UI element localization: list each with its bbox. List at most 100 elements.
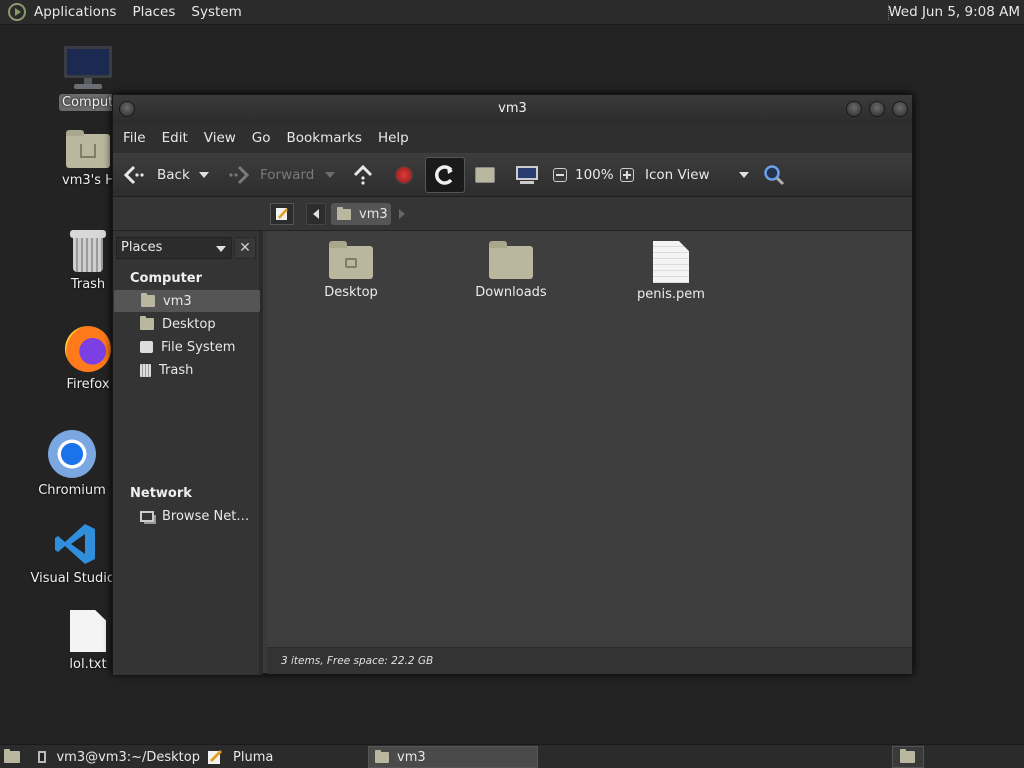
forward-button[interactable]: Forward [226, 153, 314, 197]
task-vm3[interactable]: vm3 [368, 746, 538, 768]
home-button[interactable] [475, 153, 495, 197]
menu-file[interactable]: File [115, 130, 154, 146]
location-bar: vm3 [113, 197, 912, 231]
top-panel: Applications Places System Wed Jun 5, 9:… [0, 0, 1024, 25]
system-menu[interactable]: System [183, 0, 249, 25]
sidebar-close-button[interactable]: ✕ [234, 237, 256, 259]
desktop-icon-label: lol.txt [69, 657, 107, 672]
forward-label: Forward [260, 167, 315, 183]
zoom-level[interactable]: 100% [575, 153, 614, 197]
sidebar-pane-selector[interactable]: Places [116, 237, 232, 259]
path-scroll-right-button[interactable] [399, 209, 405, 219]
sidebar-item-browse-network[interactable]: Browse Net… [113, 505, 260, 527]
file-view[interactable]: Desktop Downloads penis.pem [267, 231, 912, 647]
toggle-location-entry-button[interactable] [270, 203, 294, 225]
places-menu[interactable]: Places [124, 0, 183, 25]
minimize-button[interactable] [846, 101, 862, 117]
zoom-out-icon [553, 168, 567, 182]
zoom-in-button[interactable] [620, 153, 634, 197]
path-scroll-left-button[interactable] [306, 203, 326, 225]
sidebar-item-label: Trash [159, 362, 194, 378]
home-folder-icon [66, 130, 110, 168]
sidebar-item-label: Desktop [162, 316, 216, 332]
file-name: Desktop [324, 285, 378, 300]
applications-menu[interactable]: Applications [26, 0, 124, 25]
back-label: Back [157, 167, 190, 183]
window-title: vm3 [498, 101, 527, 116]
status-bar: 3 items, Free space: 22.2 GB [267, 647, 912, 674]
firefox-icon [65, 326, 111, 372]
sidebar-item-desktop[interactable]: Desktop [113, 313, 260, 335]
task-pluma[interactable]: Pluma [201, 746, 367, 768]
sidebar-item-file-system[interactable]: File System [113, 336, 260, 358]
file-item-downloads[interactable]: Downloads [451, 241, 571, 300]
menu-bookmarks[interactable]: Bookmarks [279, 130, 370, 146]
zoom-out-button[interactable] [553, 153, 567, 197]
folder-icon [375, 749, 389, 763]
window-menu-button[interactable] [119, 101, 135, 117]
maximize-button[interactable] [869, 101, 885, 117]
file-item-penis-pem[interactable]: penis.pem [611, 241, 731, 302]
file-item-desktop[interactable]: Desktop [291, 241, 411, 300]
toolbar: Back Forward 100% Icon View [113, 153, 912, 197]
menu-help[interactable]: Help [370, 130, 417, 146]
back-arrow-icon [123, 165, 144, 185]
desktop-icon-label: Firefox [66, 377, 110, 392]
desktop-icon-chromium[interactable]: Chromium [17, 430, 127, 503]
chevron-down-icon [216, 246, 226, 252]
task-terminal[interactable]: vm3@vm3:~/Desktop [32, 746, 200, 768]
task-label: vm3 [397, 749, 426, 765]
sidebar: Places ✕ Computer vm3 Desktop File Syste… [113, 231, 263, 675]
view-mode-combo[interactable]: Icon View [645, 153, 749, 197]
reload-icon [435, 165, 453, 185]
sidebar-item-trash[interactable]: Trash [113, 359, 260, 381]
zoom-in-icon [620, 168, 634, 182]
desktop-icon-label: Computer [59, 94, 117, 111]
search-icon [764, 165, 785, 186]
show-desktop-button[interactable] [0, 746, 28, 768]
menubar: File Edit View Go Bookmarks Help [113, 123, 912, 153]
sidebar-item-vm3[interactable]: vm3 [114, 290, 260, 312]
back-button[interactable]: Back [123, 153, 190, 197]
show-desktop-icon [4, 749, 20, 763]
desktop-folder-icon [329, 241, 373, 279]
network-icon [140, 510, 154, 522]
reload-button[interactable] [425, 157, 465, 193]
desktop-icon-label: Chromium [38, 483, 106, 498]
home-icon [337, 206, 351, 220]
close-button[interactable] [892, 101, 908, 117]
vscode-icon [55, 524, 95, 564]
chevron-left-icon [313, 209, 319, 219]
mate-logo-icon[interactable] [8, 3, 26, 21]
trash-icon [140, 363, 151, 377]
chevron-down-icon [325, 172, 335, 178]
menu-edit[interactable]: Edit [154, 130, 196, 146]
forward-history-dropdown[interactable] [325, 153, 335, 197]
window-titlebar[interactable]: vm3 [113, 95, 912, 123]
path-button-label: vm3 [359, 206, 388, 222]
drive-icon [140, 341, 153, 353]
path-button-vm3[interactable]: vm3 [331, 203, 391, 225]
menu-view[interactable]: View [196, 130, 244, 146]
up-button[interactable] [353, 153, 373, 197]
stop-icon [395, 166, 413, 184]
chevron-down-icon [199, 172, 209, 178]
clock[interactable]: Wed Jun 5, 9:08 AM [888, 0, 1020, 25]
home-icon [141, 293, 155, 307]
chevron-right-icon [399, 209, 405, 219]
back-history-dropdown[interactable] [199, 153, 209, 197]
workspace-icon [900, 749, 915, 763]
chromium-icon [48, 430, 96, 478]
close-icon: ✕ [239, 240, 251, 256]
computer-button[interactable] [516, 153, 538, 197]
chevron-down-icon [739, 172, 749, 178]
workspace-switcher[interactable] [892, 746, 924, 768]
search-button[interactable] [763, 153, 785, 197]
desktop-icon [140, 316, 154, 330]
file-name: Downloads [475, 285, 547, 300]
document-icon [653, 241, 689, 283]
menu-go[interactable]: Go [244, 130, 279, 146]
sidebar-item-label: File System [161, 339, 236, 355]
stop-button[interactable] [395, 153, 413, 197]
desktop-icon-label: Visual Studio Code [30, 571, 123, 586]
